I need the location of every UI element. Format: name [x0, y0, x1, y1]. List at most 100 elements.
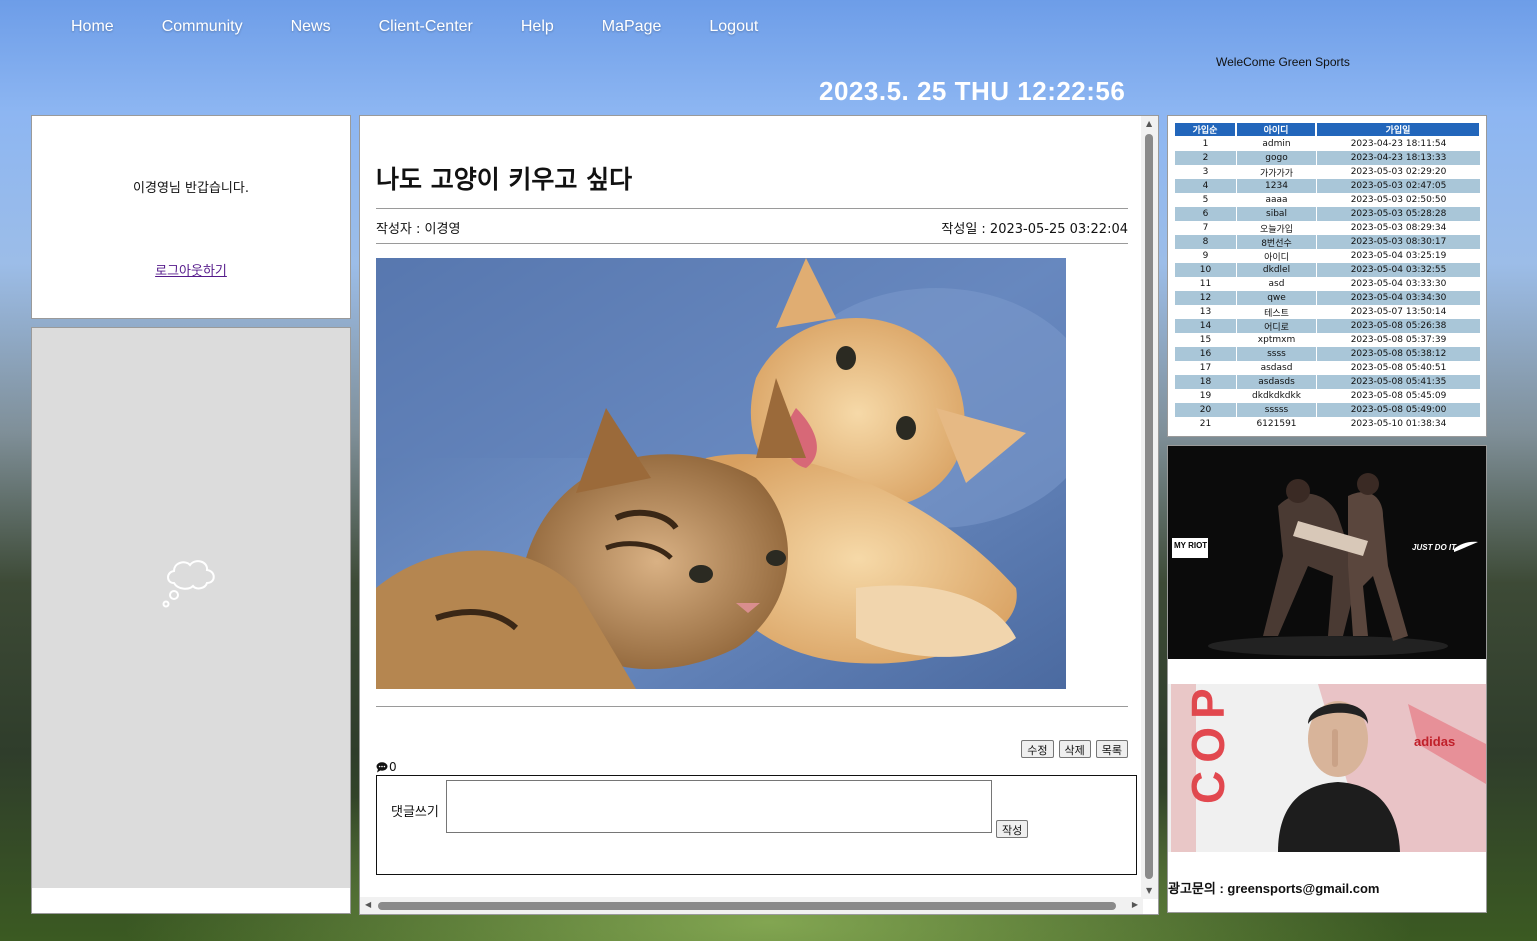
- comment-input[interactable]: [446, 780, 992, 833]
- member-id: asdasds: [1236, 375, 1316, 389]
- ad-banner-nike[interactable]: MY RIOT JUST DO IT: [1168, 446, 1486, 659]
- table-row: 11 asd 2023-05-04 03:33:30: [1174, 277, 1480, 291]
- ad1-left-text: MY RIOT: [1174, 541, 1207, 550]
- col-header-id: 아이디: [1236, 122, 1316, 137]
- post-title: 나도 고양이 키우고 싶다: [376, 165, 633, 194]
- table-row: 6 sibal 2023-05-03 05:28:28: [1174, 207, 1480, 221]
- member-joined: 2023-05-08 05:38:12: [1316, 347, 1480, 361]
- divider: [376, 706, 1128, 707]
- member-order: 5: [1174, 193, 1236, 207]
- table-header-row: 가입순 아이디 가입일: [1174, 122, 1480, 137]
- member-id: 1234: [1236, 179, 1316, 193]
- member-order: 12: [1174, 291, 1236, 305]
- post-image: [376, 258, 1066, 689]
- table-row: 12 qwe 2023-05-04 03:34:30: [1174, 291, 1480, 305]
- comment-icon: [376, 761, 388, 772]
- scroll-up-icon[interactable]: ▲: [1146, 120, 1152, 128]
- ad2-brand-text: adidas: [1414, 734, 1455, 749]
- table-row: 15 xptmxm 2023-05-08 05:37:39: [1174, 333, 1480, 347]
- col-header-order: 가입순: [1174, 122, 1236, 137]
- vertical-scroll-thumb[interactable]: [1145, 134, 1153, 879]
- member-id: 테스트: [1236, 305, 1316, 319]
- member-id: dkdkdkdkk: [1236, 389, 1316, 403]
- logout-link[interactable]: 로그아웃하기: [155, 260, 227, 279]
- member-order: 19: [1174, 389, 1236, 403]
- member-order: 14: [1174, 319, 1236, 333]
- member-joined: 2023-05-08 05:37:39: [1316, 333, 1480, 347]
- member-id: sssss: [1236, 403, 1316, 417]
- member-joined: 2023-05-04 03:33:30: [1316, 277, 1480, 291]
- clock-display: 2023.5. 25 THU 12:22:56: [819, 76, 1126, 106]
- member-order: 13: [1174, 305, 1236, 319]
- member-table: 가입순 아이디 가입일 1 admin 2023-04-23 18:11:54 2 go…: [1174, 122, 1480, 431]
- member-order: 8: [1174, 235, 1236, 249]
- comment-form: 댓글쓰기 작성: [376, 775, 1137, 875]
- comment-label: 댓글쓰기: [391, 805, 439, 820]
- scroll-down-icon[interactable]: ▼: [1146, 887, 1152, 895]
- delete-button[interactable]: 삭제: [1058, 740, 1091, 758]
- table-row: 9 아이디 2023-05-04 03:25:19: [1174, 249, 1480, 263]
- table-row: 21 6121591 2023-05-10 01:38:34: [1174, 417, 1480, 431]
- table-row: 13 테스트 2023-05-07 13:50:14: [1174, 305, 1480, 319]
- member-id: xptmxm: [1236, 333, 1316, 347]
- nav-home[interactable]: Home: [71, 18, 114, 36]
- vertical-scrollbar[interactable]: ▲ ▼: [1141, 116, 1158, 899]
- member-rows: 1 admin 2023-04-23 18:11:54 2 gogo 2023-04-23…: [1174, 137, 1480, 431]
- post-content: 나도 고양이 키우고 싶다 작성자 : 이경영 작성일 : 2023-05-25…: [376, 116, 1137, 875]
- member-joined: 2023-05-04 03:25:19: [1316, 249, 1480, 263]
- nav-news[interactable]: News: [291, 18, 331, 36]
- divider: [376, 243, 1128, 244]
- table-row: 10 dkdlel 2023-05-04 03:32:55: [1174, 263, 1480, 277]
- member-id: 오늘가입: [1236, 221, 1316, 235]
- horizontal-scroll-thumb[interactable]: [378, 902, 1116, 910]
- thought-bubble-icon: [162, 560, 215, 608]
- member-list-panel: 가입순 아이디 가입일 1 admin 2023-04-23 18:11:54 2 go…: [1167, 115, 1487, 437]
- nav-community[interactable]: Community: [162, 18, 243, 36]
- member-id: asd: [1236, 277, 1316, 291]
- member-order: 6: [1174, 207, 1236, 221]
- table-row: 8 8번선수 2023-05-03 08:30:17: [1174, 235, 1480, 249]
- member-joined: 2023-04-23 18:13:33: [1316, 151, 1480, 165]
- member-order: 18: [1174, 375, 1236, 389]
- nav-mapage[interactable]: MaPage: [602, 18, 662, 36]
- member-joined: 2023-05-03 08:29:34: [1316, 221, 1480, 235]
- member-id: 아이디: [1236, 249, 1316, 263]
- member-joined: 2023-05-03 05:28:28: [1316, 207, 1480, 221]
- member-id: asdasd: [1236, 361, 1316, 375]
- comment-submit-button[interactable]: 작성: [996, 820, 1029, 838]
- member-order: 3: [1174, 165, 1236, 179]
- member-order: 4: [1174, 179, 1236, 193]
- member-id: admin: [1236, 137, 1316, 151]
- member-order: 17: [1174, 361, 1236, 375]
- table-row: 5 aaaa 2023-05-03 02:50:50: [1174, 193, 1480, 207]
- welcome-text: WeleCome Green Sports: [1216, 55, 1350, 69]
- member-joined: 2023-05-03 02:29:20: [1316, 165, 1480, 179]
- login-panel: 이경영님 반갑습니다. 로그아웃하기: [31, 115, 351, 319]
- post-date: 작성일 : 2023-05-25 03:22:04: [941, 222, 1128, 237]
- member-joined: 2023-05-04 03:34:30: [1316, 291, 1480, 305]
- member-joined: 2023-05-08 05:41:35: [1316, 375, 1480, 389]
- member-joined: 2023-05-03 08:30:17: [1316, 235, 1480, 249]
- table-row: 7 오늘가입 2023-05-03 08:29:34: [1174, 221, 1480, 235]
- table-row: 1 admin 2023-04-23 18:11:54: [1174, 137, 1480, 151]
- member-order: 1: [1174, 137, 1236, 151]
- edit-button[interactable]: 수정: [1021, 740, 1054, 758]
- nav-logout[interactable]: Logout: [709, 18, 758, 36]
- member-order: 7: [1174, 221, 1236, 235]
- table-row: 2 gogo 2023-04-23 18:13:33: [1174, 151, 1480, 165]
- nav-help[interactable]: Help: [521, 18, 554, 36]
- member-order: 9: [1174, 249, 1236, 263]
- list-button[interactable]: 목록: [1095, 740, 1128, 758]
- member-id: 어디로: [1236, 319, 1316, 333]
- table-row: 17 asdasd 2023-05-08 05:40:51: [1174, 361, 1480, 375]
- ads-panel: MY RIOT JUST DO IT COPA adidas 광고문의 : gr…: [1167, 445, 1487, 913]
- horizontal-scrollbar[interactable]: ◀ ▶: [360, 897, 1143, 914]
- top-nav: Home Community News Client-Center Help M…: [71, 18, 806, 36]
- member-id: 6121591: [1236, 417, 1316, 431]
- ad-banner-adidas[interactable]: COPA adidas: [1168, 684, 1486, 852]
- member-joined: 2023-05-10 01:38:34: [1316, 417, 1480, 431]
- scroll-right-icon[interactable]: ▶: [1132, 901, 1138, 909]
- table-row: 20 sssss 2023-05-08 05:49:00: [1174, 403, 1480, 417]
- nav-client-center[interactable]: Client-Center: [379, 18, 473, 36]
- scroll-left-icon[interactable]: ◀: [365, 901, 371, 909]
